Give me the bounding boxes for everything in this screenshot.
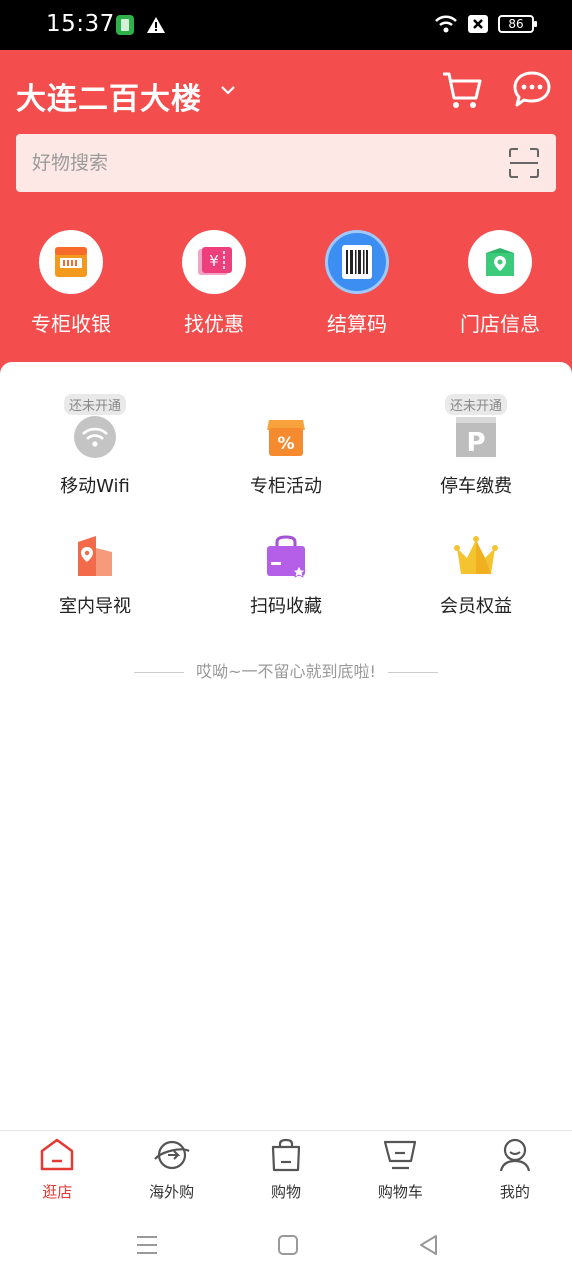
indoor-map-icon [78, 536, 112, 576]
tab-overseas[interactable]: 海外购 [114, 1131, 228, 1210]
store-location-icon [468, 230, 532, 294]
services-card: 还未开通 移动Wifi % 专柜活动 还未开通 P 停车缴费 室内导视 扫码收藏… [0, 362, 572, 1130]
cart-tab-icon [384, 1140, 417, 1170]
search-input[interactable] [16, 134, 496, 192]
search-bar [16, 134, 556, 192]
service-parking[interactable]: 还未开通 P 停车缴费 [381, 394, 571, 498]
not-activated-badge: 还未开通 [63, 394, 127, 415]
warning-icon [147, 17, 165, 33]
cart-icon[interactable] [440, 68, 484, 112]
store-name[interactable]: 大连二百大楼 [16, 74, 202, 118]
user-icon [499, 1138, 530, 1172]
globe-plane-icon [153, 1140, 190, 1170]
chevron-down-icon[interactable] [218, 80, 238, 100]
tab-profile[interactable]: 我的 [458, 1131, 572, 1210]
menu-icon[interactable] [134, 1232, 160, 1258]
service-wifi[interactable]: 还未开通 移动Wifi [0, 394, 190, 498]
header: 大连二百大楼 专柜收银 ¥ 找优惠 结算码 门店信息 [0, 50, 572, 380]
scan-favorite-icon [267, 535, 306, 578]
tab-cart[interactable]: 购物车 [343, 1131, 457, 1210]
svg-text:¥: ¥ [209, 252, 219, 270]
app-notification-icon [116, 15, 134, 35]
discount-shop-icon: % [267, 420, 305, 456]
quick-action-barcode[interactable]: 结算码 [287, 230, 427, 337]
quick-action-store-info[interactable]: 门店信息 [430, 230, 570, 337]
divider [134, 672, 185, 673]
wifi-signal-icon [435, 15, 457, 33]
scan-icon[interactable] [508, 147, 540, 179]
battery-indicator: 86 [498, 15, 537, 33]
tab-shopping[interactable]: 购物 [229, 1131, 343, 1210]
bottom-tab-bar: 逛店 海外购 购物 购物车 我的 [0, 1130, 572, 1210]
service-indoor-guide[interactable]: 室内导视 [0, 534, 190, 618]
not-activated-badge: 还未开通 [444, 394, 508, 415]
service-member-benefits[interactable]: 会员权益 [381, 534, 571, 618]
wifi-icon [74, 416, 116, 458]
no-sim-icon [468, 15, 488, 33]
end-of-list-tip: 哎呦~一不留心就到底啦! [0, 658, 572, 682]
svg-text:%: % [277, 434, 294, 454]
coupon-icon: ¥ [182, 230, 246, 294]
barcode-icon [325, 230, 389, 294]
quick-action-coupon[interactable]: ¥ 找优惠 [144, 230, 284, 337]
parking-icon: P [456, 417, 496, 458]
system-navigation-bar [0, 1210, 572, 1280]
service-counter-activity[interactable]: % 专柜活动 [191, 414, 381, 498]
message-icon[interactable] [510, 68, 554, 112]
store-home-icon [40, 1138, 74, 1171]
crown-icon [454, 536, 498, 574]
service-scan-favorite[interactable]: 扫码收藏 [191, 534, 381, 618]
status-bar: 15:37 86 [0, 0, 572, 50]
divider [387, 672, 438, 673]
cashier-icon [39, 230, 103, 294]
status-time: 15:37 [46, 11, 115, 37]
back-icon[interactable] [416, 1232, 442, 1258]
home-icon[interactable] [275, 1232, 301, 1258]
quick-action-cashier[interactable]: 专柜收银 [1, 230, 141, 337]
shopping-bag-icon [271, 1138, 301, 1172]
tab-store[interactable]: 逛店 [0, 1131, 114, 1210]
svg-text:P: P [466, 428, 485, 458]
